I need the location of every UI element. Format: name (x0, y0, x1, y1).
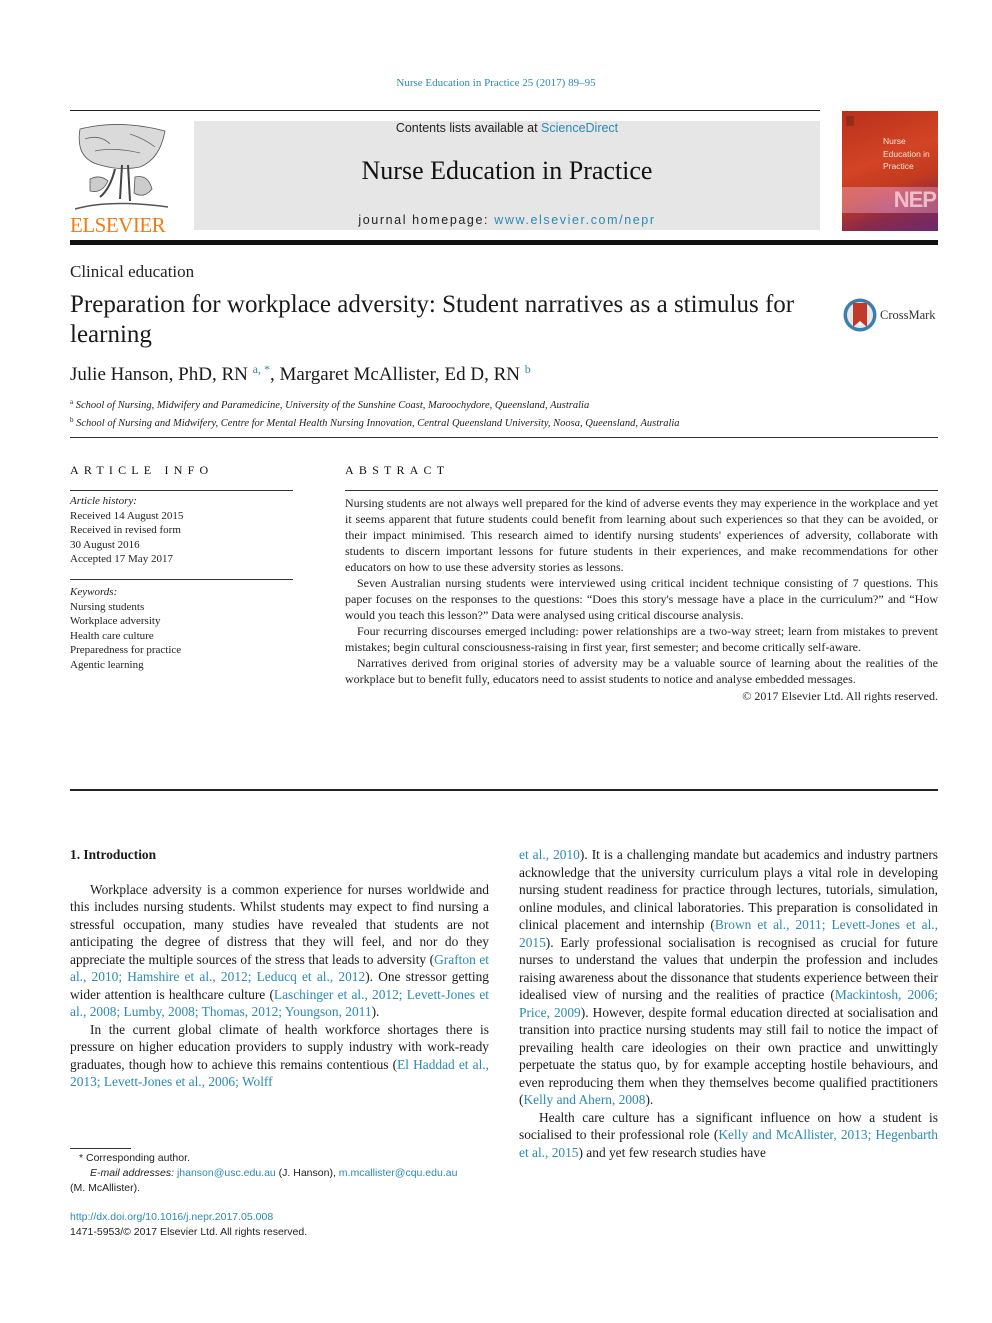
journal-reference-link[interactable]: Nurse Education in Practice 25 (2017) 89… (0, 77, 992, 89)
keyword-item: Workplace adversity (70, 615, 161, 627)
citation-link[interactable]: et al., 2010 (519, 847, 580, 862)
body-paragraph-continued: et al., 2010). It is a challenging manda… (519, 846, 938, 1109)
body-column-left: 1. Introduction Workplace adversity is a… (70, 846, 489, 1091)
abstract-paragraph: Seven Australian nursing students were i… (345, 576, 938, 622)
crossmark-label: CrossMark (880, 308, 936, 322)
body-separator-rule (70, 789, 938, 791)
corresponding-author-note: * Corresponding author. (79, 1152, 190, 1164)
abstract-paragraph: Four recurring discourses emerged includ… (345, 624, 938, 654)
affiliation-mark: b (70, 416, 74, 424)
body-column-right: et al., 2010). It is a challenging manda… (519, 846, 938, 1161)
homepage-prefix: journal homepage: (358, 213, 495, 227)
homepage-line: journal homepage: www.elsevier.com/nepr (194, 213, 820, 227)
author-list: Julie Hanson, PhD, RN a, *, Margaret McA… (70, 362, 531, 386)
citation-link[interactable]: Kelly and Ahern, 2008 (523, 1092, 645, 1107)
email-label: E-mail addresses: (90, 1167, 177, 1179)
history-item: Received 14 August 2015 (70, 509, 184, 522)
keywords-rule (70, 579, 293, 580)
article-info-heading: ARTICLE INFO (70, 463, 214, 477)
abstract-paragraph: Nursing students are not always well pre… (345, 496, 938, 574)
contents-line: Contents lists available at ScienceDirec… (194, 121, 820, 135)
sciencedirect-link[interactable]: ScienceDirect (541, 121, 618, 135)
keyword-item: Agentic learning (70, 658, 144, 671)
journal-banner: Contents lists available at ScienceDirec… (194, 121, 820, 230)
affiliation-item: b School of Nursing and Midwifery, Centr… (70, 413, 680, 431)
cover-publisher-mark (846, 116, 854, 126)
affiliation-item: a School of Nursing, Midwifery and Param… (70, 395, 680, 413)
article-title: Preparation for workplace adversity: Stu… (70, 291, 795, 348)
cover-abbrev: NEP (893, 187, 937, 212)
crossmark-icon (843, 298, 877, 332)
history-item: Accepted 17 May 2017 (70, 553, 173, 565)
article-info-rule (70, 490, 293, 491)
article-section-label: Clinical education (70, 262, 195, 281)
keyword-item: Health care culture (70, 629, 154, 642)
body-paragraph: Workplace adversity is a common experien… (70, 881, 489, 1021)
front-matter-rule (70, 437, 938, 438)
history-label: Article history: (70, 495, 137, 507)
keyword-item: Preparedness for practice (70, 644, 182, 656)
doi-link[interactable]: http://dx.doi.org/10.1016/j.nepr.2017.05… (70, 1211, 273, 1223)
affiliation-text: School of Nursing, Midwifery and Paramed… (75, 400, 590, 411)
contents-prefix: Contents lists available at (395, 121, 542, 135)
header-rule (70, 110, 820, 111)
body-text: ). (645, 1092, 654, 1107)
email-owner: (J. Hanson), (275, 1167, 339, 1179)
abstract-rule (345, 490, 938, 491)
elsevier-wordmark[interactable]: ELSEVIER (70, 213, 166, 238)
body-text: ). (371, 1004, 380, 1019)
author-name: Margaret McAllister, Ed D, RN (279, 364, 521, 385)
history-item: 30 August 2016 (70, 538, 140, 551)
journal-title: Nurse Education in Practice (361, 156, 653, 185)
cover-title-line: Nurse (883, 136, 906, 146)
body-text: ) and yet few research studies have (578, 1144, 766, 1160)
author-name: Julie Hanson, PhD, RN (70, 364, 248, 385)
affiliations: a School of Nursing, Midwifery and Param… (70, 395, 680, 431)
body-paragraph: In the current global climate of health … (70, 1021, 489, 1091)
footnotes: * Corresponding author. E-mail addresses… (70, 1151, 489, 1196)
footnote-rule (70, 1148, 131, 1149)
abstract-copyright: © 2017 Elsevier Ltd. All rights reserved… (742, 689, 938, 703)
body-paragraph: Health care culture has a significant in… (519, 1109, 938, 1162)
email-link[interactable]: jhanson@usc.edu.au (177, 1167, 276, 1179)
affiliation-text: School of Nursing and Midwifery, Centre … (76, 418, 680, 429)
author-affiliation-mark[interactable]: a, * (253, 362, 270, 376)
history-item: Received in revised form (70, 524, 181, 536)
keywords-list: Keywords: Nursing students Workplace adv… (70, 585, 293, 672)
crossmark-badge[interactable]: CrossMark (842, 297, 938, 337)
journal-cover-thumbnail[interactable]: Nurse Education in Practice NEP (842, 111, 938, 231)
affiliation-mark: a (70, 398, 74, 406)
body-text: Workplace adversity is a common experien… (70, 881, 489, 967)
abstract-paragraph: Narratives derived from original stories… (345, 656, 938, 686)
keyword-item: Nursing students (70, 600, 145, 613)
abstract-heading: ABSTRACT (345, 463, 450, 477)
email-note: E-mail addresses: jhanson@usc.edu.au (J.… (70, 1166, 489, 1196)
cover-title-line: Education in (883, 148, 930, 159)
homepage-link[interactable]: www.elsevier.com/nepr (494, 213, 655, 227)
author-affiliation-mark[interactable]: b (525, 362, 531, 376)
issn-copyright: 1471-5953/© 2017 Elsevier Ltd. All right… (70, 1226, 308, 1238)
email-owner: (M. McAllister). (70, 1182, 140, 1194)
header-thick-rule (70, 240, 938, 245)
email-link[interactable]: m.mcallister@cqu.edu.au (339, 1167, 458, 1179)
cover-title-line: Practice (883, 161, 914, 171)
abstract-body: Nursing students are not always well pre… (345, 495, 938, 704)
keywords-label: Keywords: (70, 586, 118, 598)
cover-title: Nurse Education in Practice (883, 135, 930, 173)
section-heading-introduction: 1. Introduction (70, 847, 157, 862)
article-history: Article history: Received 14 August 2015… (70, 494, 293, 567)
doi-block: http://dx.doi.org/10.1016/j.nepr.2017.05… (70, 1210, 307, 1240)
